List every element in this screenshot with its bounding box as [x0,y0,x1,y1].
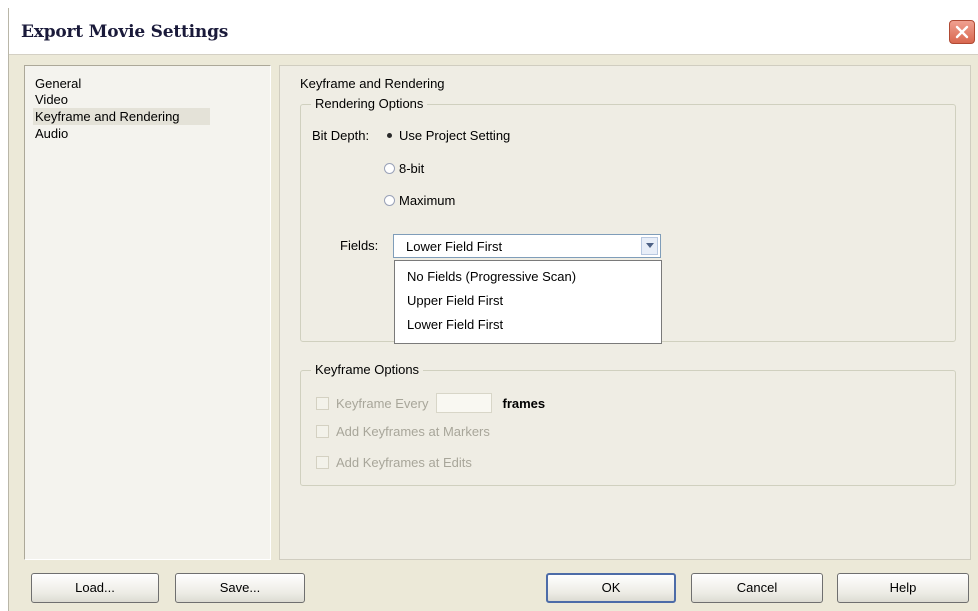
add-keyframes-markers-row: Add Keyframes at Markers [316,424,490,439]
nav-item-audio[interactable]: Audio [35,125,68,142]
cancel-button[interactable]: Cancel [691,573,823,603]
dialog-title: Export Movie Settings [21,22,229,42]
add-keyframes-markers-label: Add Keyframes at Markers [336,424,490,439]
settings-category-list: General Video Keyframe and Rendering Aud… [24,65,271,560]
bit-depth-option-project[interactable]: Use Project Setting [384,128,510,143]
keyframe-interval-input[interactable] [436,393,493,413]
bit-depth-option-maximum[interactable]: Maximum [384,193,455,208]
keyframe-every-label: Keyframe Every [336,395,429,411]
add-keyframes-edits-row: Add Keyframes at Edits [316,455,472,470]
keyframe-options-label: Keyframe Options [311,362,424,377]
keyframe-every-checkbox[interactable] [316,396,329,410]
title-bar: Export Movie Settings [9,8,978,55]
fields-option-no-fields[interactable]: No Fields (Progressive Scan) [407,267,576,287]
bit-depth-option-label: 8-bit [399,161,425,176]
radio-button[interactable] [384,163,395,174]
close-button[interactable] [949,20,975,44]
bit-depth-option-label: Use Project Setting [399,128,511,143]
fields-label: Fields: [340,238,379,253]
radio-button-checked[interactable] [384,130,395,141]
radio-button[interactable] [384,195,395,206]
fields-select-value: Lower Field First [406,239,503,254]
export-movie-settings-dialog: Export Movie Settings General Video Keyf… [8,8,978,611]
bit-depth-option-label: Maximum [399,193,456,208]
add-keyframes-markers-checkbox[interactable] [316,425,329,438]
chevron-down-icon [646,243,654,248]
settings-panel: Keyframe and Rendering Rendering Options… [279,65,971,560]
fields-select[interactable]: Lower Field First [393,234,661,258]
bit-depth-option-8bit[interactable]: 8-bit [384,161,424,176]
load-button[interactable]: Load... [31,573,159,603]
rendering-options-label: Rendering Options [311,96,428,111]
nav-item-general[interactable]: General [35,75,81,92]
help-button[interactable]: Help [837,573,969,603]
fields-dropdown-list: No Fields (Progressive Scan) Upper Field… [394,260,662,344]
panel-title: Keyframe and Rendering [300,76,445,91]
add-keyframes-edits-label: Add Keyframes at Edits [336,455,472,470]
fields-option-lower-first[interactable]: Lower Field First [407,315,503,335]
nav-item-video[interactable]: Video [35,91,68,108]
fields-option-upper-first[interactable]: Upper Field First [407,291,503,311]
close-icon [955,25,969,39]
add-keyframes-edits-checkbox[interactable] [316,456,329,469]
ok-button[interactable]: OK [546,573,676,603]
bit-depth-label: Bit Depth: [312,128,370,143]
save-button[interactable]: Save... [175,573,305,603]
nav-item-keyframe-and-rendering[interactable]: Keyframe and Rendering [33,108,210,125]
frames-label: frames [502,395,546,411]
keyframe-every-row: Keyframe Every frames [316,393,545,413]
dropdown-button[interactable] [641,237,658,255]
